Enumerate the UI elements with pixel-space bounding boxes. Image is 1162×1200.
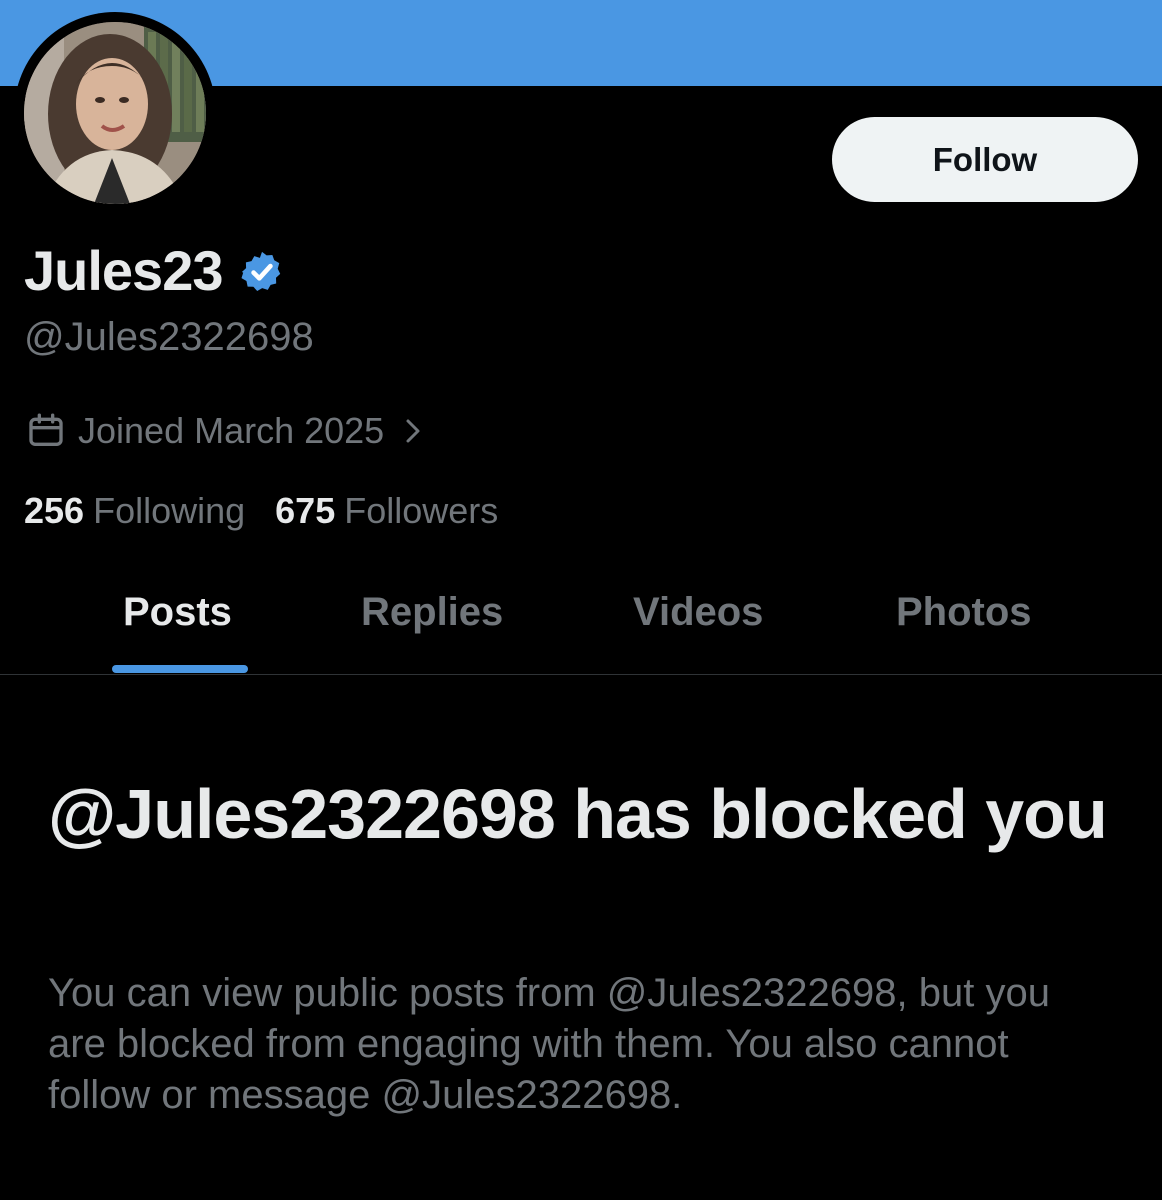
follow-button[interactable]: Follow	[832, 117, 1138, 202]
verified-badge-icon[interactable]	[239, 249, 285, 295]
blocked-title: @Jules2322698 has blocked you	[48, 775, 1108, 853]
following-stat-link[interactable]: 256 Following	[24, 490, 245, 532]
tab-replies[interactable]: Replies	[361, 590, 503, 635]
profile-tabs: Posts Replies Videos Photos	[0, 570, 1162, 674]
profile-name-row: Jules23	[24, 238, 285, 302]
tab-photos[interactable]: Photos	[896, 590, 1032, 635]
calendar-icon	[29, 413, 63, 446]
tab-posts[interactable]: Posts	[123, 590, 232, 635]
followers-count: 675	[275, 490, 336, 531]
avatar-photo	[24, 22, 206, 204]
tabs-divider	[0, 674, 1162, 675]
joined-date-row[interactable]: Joined March 2025	[26, 410, 428, 452]
active-tab-indicator	[112, 665, 248, 673]
followers-label: Followers	[344, 490, 499, 531]
followers-stat-link[interactable]: 675 Followers	[275, 490, 498, 532]
display-name: Jules23	[24, 238, 223, 302]
joined-date-text: Joined March 2025	[78, 410, 385, 451]
following-count: 256	[24, 490, 85, 531]
profile-handle: @Jules2322698	[24, 315, 314, 359]
avatar[interactable]	[24, 22, 206, 204]
blocked-message: You can view public posts from @Jules232…	[48, 971, 1050, 1117]
profile-stats: 256 Following 675 Followers	[24, 490, 528, 532]
tab-videos[interactable]: Videos	[633, 590, 763, 635]
chevron-right-icon	[406, 419, 420, 443]
following-label: Following	[93, 490, 246, 531]
